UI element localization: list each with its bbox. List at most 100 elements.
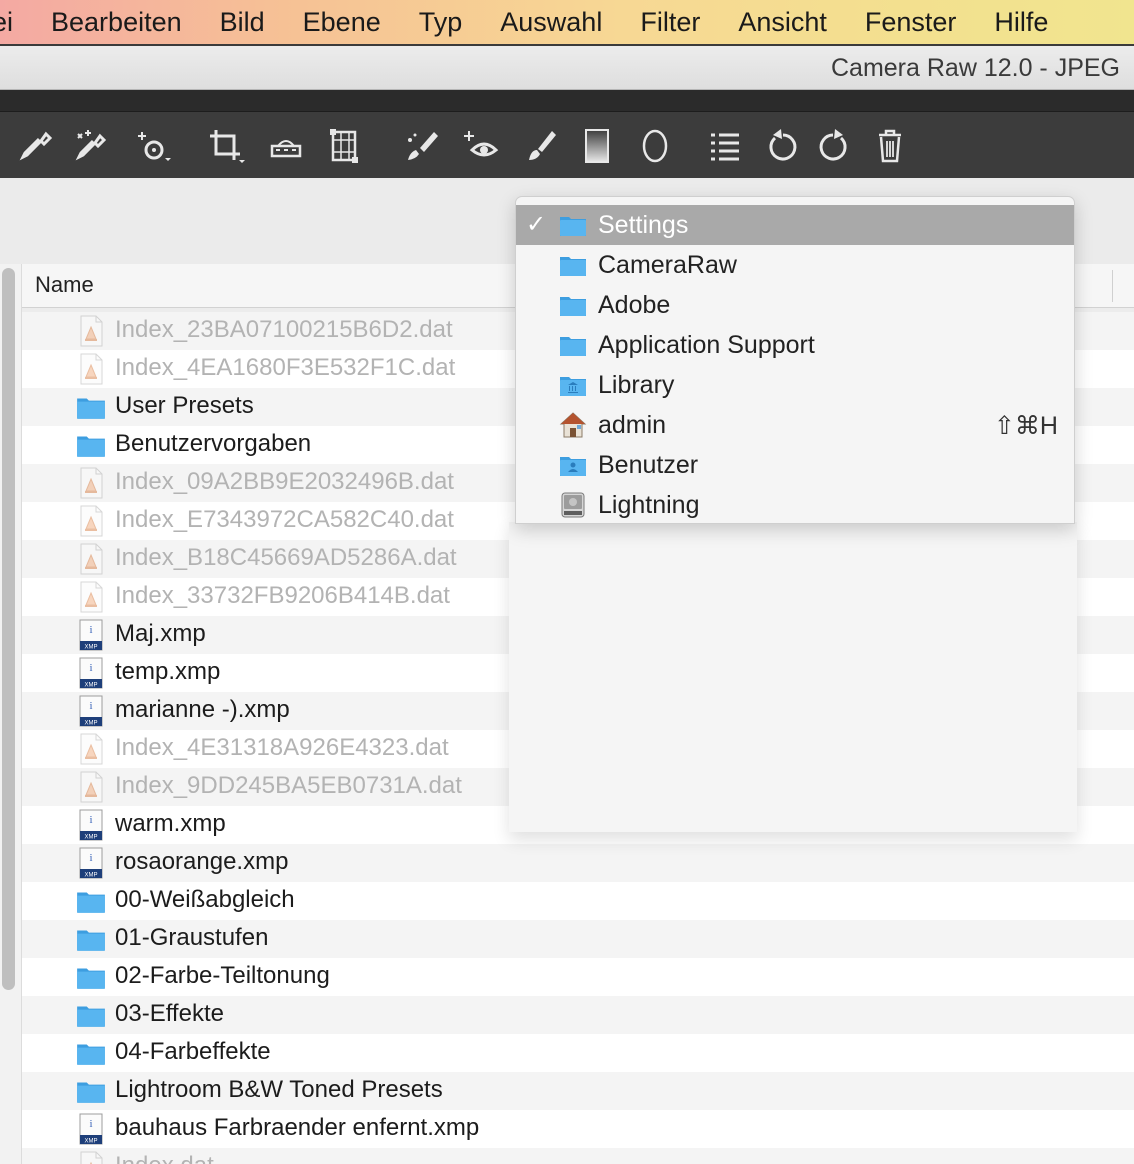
- targeted-adjustment-icon: [138, 132, 171, 161]
- file-name: Index_33732FB9206B414B.dat: [115, 582, 450, 609]
- svg-text:i: i: [89, 624, 92, 636]
- radial-filter-icon: [642, 129, 668, 163]
- folder-icon: [74, 923, 108, 955]
- file-name: bauhaus Farbraender enfernt.xmp: [115, 1114, 480, 1141]
- popup-item-application-support[interactable]: Application Support: [516, 325, 1074, 365]
- svg-text:i: i: [89, 662, 92, 674]
- graduated-filter-icon: [585, 129, 609, 163]
- targeted-adjustment-tool-button[interactable]: [132, 126, 172, 166]
- file-row[interactable]: 02-Farbe-Teiltonung: [22, 958, 1134, 996]
- file-row[interactable]: 00-Weißabgleich: [22, 882, 1134, 920]
- menu-auswahl[interactable]: Auswahl: [481, 0, 621, 44]
- menu-typ[interactable]: Typ: [400, 0, 482, 44]
- svg-text:i: i: [89, 814, 92, 826]
- title-bar: Camera Raw 12.0 - JPEG: [0, 46, 1134, 90]
- xmp-file-icon: i XMP: [74, 809, 108, 841]
- color-sampler-tool-button[interactable]: [70, 126, 110, 166]
- menu-fenster[interactable]: Fenster: [846, 0, 976, 44]
- svg-text:i: i: [89, 852, 92, 864]
- file-row[interactable]: i XMP rosaorange.xmp: [22, 844, 1134, 882]
- file-name: Index_E7343972CA582C40.dat: [115, 506, 454, 533]
- popup-item-settings[interactable]: ✓ Settings: [516, 205, 1074, 245]
- file-name: warm.xmp: [115, 810, 226, 837]
- scrollbar-thumb[interactable]: [2, 268, 15, 990]
- popup-item-label: CameraRaw: [598, 251, 737, 279]
- tool-bar: [0, 112, 1134, 178]
- popup-item-library[interactable]: Library: [516, 365, 1074, 405]
- eyedropper-tool-button[interactable]: [16, 126, 56, 166]
- trash-tool-button[interactable]: [870, 126, 910, 166]
- folder-icon: [74, 391, 108, 423]
- rotate-left-icon: [769, 129, 797, 161]
- menu-bar: eiBearbeitenBildEbeneTypAuswahlFilterAns…: [0, 0, 1134, 46]
- file-row[interactable]: 04-Farbeffekte: [22, 1034, 1134, 1072]
- menu-filter[interactable]: Filter: [621, 0, 719, 44]
- dat-file-icon: [74, 505, 108, 537]
- xmp-file-icon: i XMP: [74, 847, 108, 879]
- keyboard-shortcut: ⇧⌘H: [993, 412, 1058, 440]
- menu-ei[interactable]: ei: [0, 0, 32, 44]
- file-name: temp.xmp: [115, 658, 221, 685]
- rotate-left-tool-button[interactable]: [763, 126, 803, 166]
- svg-text:XMP: XMP: [84, 645, 97, 651]
- xmp-file-icon: i XMP: [74, 619, 108, 651]
- dat-file-icon: [74, 1151, 108, 1164]
- xmp-file-icon: i XMP: [74, 1113, 108, 1145]
- file-name: Index_9DD245BA5EB0731A.dat: [115, 772, 462, 799]
- popup-item-cameraraw[interactable]: CameraRaw: [516, 245, 1074, 285]
- file-row[interactable]: 01-Graustufen: [22, 920, 1134, 958]
- menu-bild[interactable]: Bild: [201, 0, 284, 44]
- file-name: Index_4E31318A926E4323.dat: [115, 734, 449, 761]
- file-name: 00-Weißabgleich: [115, 886, 295, 913]
- adjustment-brush-tool-button[interactable]: [518, 126, 558, 166]
- dat-file-icon: [74, 733, 108, 765]
- radial-filter-tool-button[interactable]: [635, 126, 675, 166]
- svg-text:XMP: XMP: [84, 683, 97, 689]
- popup-item-adobe[interactable]: Adobe: [516, 285, 1074, 325]
- popup-item-lightning[interactable]: Lightning: [516, 485, 1074, 525]
- xmp-file-icon: i XMP: [74, 695, 108, 727]
- file-row[interactable]: i XMP bauhaus Farbraender enfernt.xmp: [22, 1110, 1134, 1148]
- trash-icon: [879, 129, 901, 163]
- rotate-right-icon: [819, 129, 847, 161]
- file-name: Lightroom B&W Toned Presets: [115, 1076, 443, 1103]
- path-popup-menu: ✓ Settings CameraRaw Adobe Application Suppo…: [515, 196, 1075, 524]
- straighten-tool-button[interactable]: [266, 126, 306, 166]
- menu-hilfe[interactable]: Hilfe: [975, 0, 1067, 44]
- rotate-right-tool-button[interactable]: [813, 126, 853, 166]
- column-divider[interactable]: [1112, 270, 1113, 302]
- file-row: Index.dat: [22, 1148, 1134, 1164]
- transform-icon: [330, 129, 358, 163]
- menu-bearbeiten[interactable]: Bearbeiten: [32, 0, 201, 44]
- menu-ebene[interactable]: Ebene: [284, 0, 400, 44]
- crop-tool-button[interactable]: [206, 126, 246, 166]
- checkmark-icon: ✓: [526, 211, 547, 238]
- svg-text:i: i: [89, 1118, 92, 1130]
- home-icon: [558, 410, 588, 440]
- eyedropper-icon: [19, 131, 53, 161]
- folder-icon: [74, 885, 108, 917]
- red-eye-tool-button[interactable]: [460, 126, 500, 166]
- menu-ansicht[interactable]: Ansicht: [719, 0, 846, 44]
- dat-file-icon: [74, 771, 108, 803]
- spot-removal-tool-button[interactable]: [402, 126, 442, 166]
- popup-item-admin[interactable]: admin ⇧⌘H: [516, 405, 1074, 445]
- file-name: marianne -).xmp: [115, 696, 290, 723]
- red-eye-icon: [464, 131, 499, 157]
- svg-text:i: i: [89, 700, 92, 712]
- svg-text:XMP: XMP: [84, 873, 97, 879]
- toolbar-top-band: [0, 90, 1134, 112]
- file-row[interactable]: Lightroom B&W Toned Presets: [22, 1072, 1134, 1110]
- graduated-filter-tool-button[interactable]: [577, 126, 617, 166]
- preferences-list-tool-button[interactable]: [705, 126, 745, 166]
- folder-icon: [558, 210, 588, 240]
- file-row[interactable]: 03-Effekte: [22, 996, 1134, 1034]
- svg-text:XMP: XMP: [84, 1139, 97, 1145]
- transform-tool-button[interactable]: [325, 126, 365, 166]
- file-name: Index_4EA1680F3E532F1C.dat: [115, 354, 456, 381]
- scrollbar[interactable]: [0, 264, 22, 1164]
- file-name: 02-Farbe-Teiltonung: [115, 962, 330, 989]
- popup-item-benutzer[interactable]: Benutzer: [516, 445, 1074, 485]
- column-header-name[interactable]: Name: [35, 272, 94, 298]
- dat-file-icon: [74, 315, 108, 347]
